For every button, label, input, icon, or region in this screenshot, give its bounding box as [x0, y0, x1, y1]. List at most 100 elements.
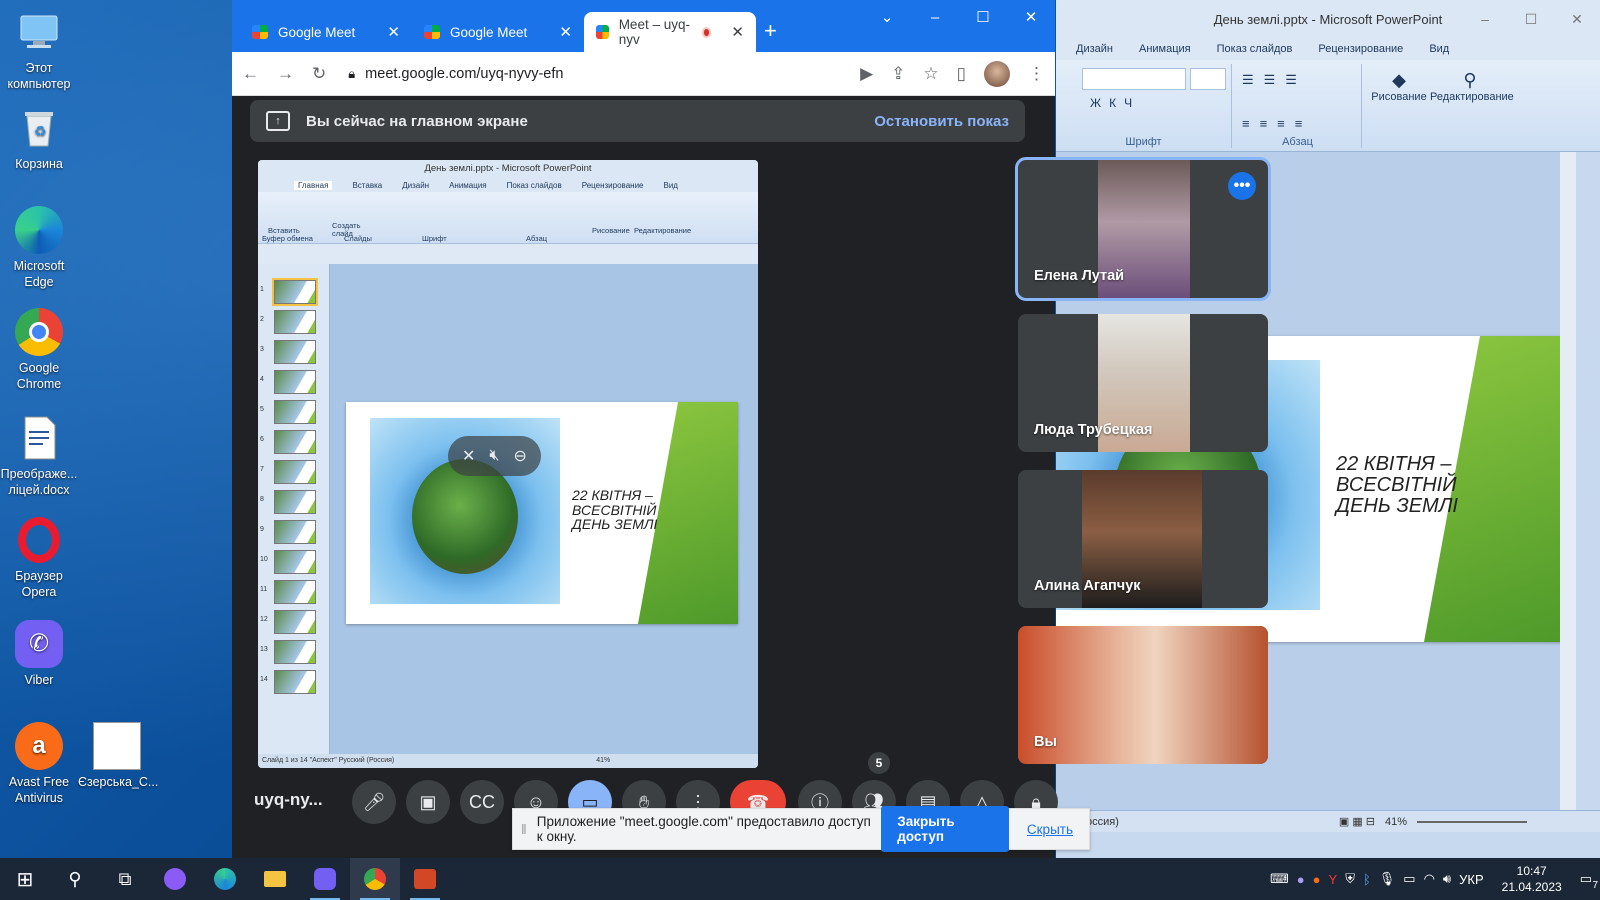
viber-tray-icon[interactable]: ●: [1297, 872, 1305, 887]
participant-tile-1[interactable]: ••• Елена Лутай: [1015, 157, 1271, 301]
participant-tile-3[interactable]: Алина Агапчук: [1018, 470, 1268, 608]
slide-thumbnail[interactable]: [274, 310, 316, 334]
drag-handle-icon[interactable]: ‖: [521, 821, 527, 837]
powerpoint-icon[interactable]: [400, 858, 450, 900]
new-tab-icon[interactable]: +: [764, 18, 777, 44]
language-indicator[interactable]: УКР: [1459, 872, 1484, 887]
stop-sharing-button[interactable]: Закрыть доступ: [881, 806, 1009, 852]
slide-thumbnail[interactable]: [274, 550, 316, 574]
desktop-icon-edge[interactable]: Microsoft Edge: [0, 206, 78, 290]
tab-meet-active[interactable]: Meet – uyq-nyv ✕: [584, 12, 756, 52]
tab-close-icon[interactable]: ✕: [731, 23, 744, 41]
tab-close-icon[interactable]: ✕: [559, 23, 572, 41]
font-format-buttons[interactable]: ЖКЧ: [1090, 96, 1140, 110]
microphone-icon[interactable]: 🎤︎: [352, 780, 396, 824]
participant-tile-2[interactable]: Люда Трубецкая: [1018, 314, 1268, 452]
view-buttons[interactable]: ▣ ▦ ⊟: [1339, 815, 1375, 828]
ppt-tab-view[interactable]: Вид: [1429, 43, 1449, 55]
search-icon[interactable]: ⚲: [50, 858, 100, 900]
slide-thumbnail[interactable]: [274, 430, 316, 454]
close-icon[interactable]: ✕: [1554, 0, 1600, 38]
captions-icon[interactable]: CC: [460, 780, 504, 824]
share-icon[interactable]: ⇪: [891, 64, 905, 84]
slide-thumbnail[interactable]: [274, 490, 316, 514]
bookmark-star-icon[interactable]: ☆: [923, 64, 938, 84]
drawing-button[interactable]: ◆ Рисование: [1370, 70, 1428, 103]
menu-icon[interactable]: ⋮: [1028, 64, 1045, 84]
security-icon[interactable]: ⛨: [1345, 871, 1355, 887]
desktop-icon-image-file[interactable]: Єзерська_С...: [78, 722, 158, 790]
ppt-tab-design[interactable]: Дизайн: [1076, 43, 1113, 55]
stop-presenting-button[interactable]: Остановить показ: [874, 113, 1009, 130]
back-icon[interactable]: ←: [242, 64, 259, 84]
mini-ppt-body: 1 2 3 4 5 6 7 8 9 10 11 12 13 14 22 КВІТНЯ – ВСЕСВІТН…: [258, 264, 758, 754]
edge-icon[interactable]: [200, 858, 250, 900]
desktop-icon-chrome[interactable]: Google Chrome: [0, 308, 78, 392]
battery-icon[interactable]: ▭: [1403, 871, 1415, 887]
desktop-icon-recycle-bin[interactable]: ♻ Корзина: [0, 104, 78, 172]
profile-avatar[interactable]: [984, 60, 1010, 87]
slide-thumbnail[interactable]: [274, 460, 316, 484]
tab-google-meet-2[interactable]: Google Meet ✕: [412, 12, 584, 52]
maximize-icon[interactable]: ☐: [959, 0, 1007, 34]
yandex-icon[interactable]: Y: [1329, 872, 1338, 887]
ppt-tab-slideshow[interactable]: Показ слайдов: [1217, 43, 1293, 55]
slide-thumbnail[interactable]: [274, 370, 316, 394]
slide-thumbnail[interactable]: [274, 640, 316, 664]
desktop-icon-viber[interactable]: ✆ Viber: [0, 620, 78, 688]
font-size-box[interactable]: [1190, 68, 1226, 90]
address-bar[interactable]: 🔒︎ meet.google.com/uyq-nyvy-efn: [344, 58, 842, 90]
slide-thumbnail[interactable]: [274, 520, 316, 544]
viber-icon[interactable]: [300, 858, 350, 900]
task-view-icon[interactable]: ⧉: [100, 858, 150, 900]
reload-icon[interactable]: ↻: [312, 64, 326, 84]
microphone-tray-icon[interactable]: 🎙︎: [1379, 871, 1396, 887]
bluetooth-icon[interactable]: ᛒ: [1363, 872, 1371, 887]
slide-thumbnail[interactable]: [274, 400, 316, 424]
slide-thumbnail[interactable]: [274, 610, 316, 634]
desktop-icon-this-pc[interactable]: Этот компьютер: [0, 8, 78, 92]
hide-link[interactable]: Скрыть: [1019, 822, 1081, 837]
keyboard-icon[interactable]: ⌨: [1270, 871, 1289, 887]
slide-thumbnail[interactable]: [272, 278, 318, 306]
wifi-icon[interactable]: ◠: [1424, 871, 1435, 887]
ppt-tab-review[interactable]: Рецензирование: [1318, 43, 1403, 55]
desktop-icon-opera[interactable]: Браузер Opera: [0, 516, 78, 600]
tab-close-icon[interactable]: ✕: [387, 23, 400, 41]
list-buttons[interactable]: ☰☰☰: [1242, 72, 1307, 88]
clock[interactable]: 10:47 21.04.2023: [1492, 863, 1572, 895]
maximize-icon[interactable]: ☐: [1508, 0, 1554, 38]
participant-tile-self[interactable]: Вы: [1018, 626, 1268, 764]
remove-icon[interactable]: ⊖: [514, 446, 527, 466]
chrome-icon[interactable]: [350, 858, 400, 900]
slide-thumbnail[interactable]: [274, 670, 316, 694]
font-name-box[interactable]: [1082, 68, 1186, 90]
desktop-icon-word-doc[interactable]: Преображе... лiцей.docx: [0, 414, 78, 498]
minimize-icon[interactable]: –: [1462, 0, 1508, 38]
pin-icon[interactable]: ✕: [462, 446, 475, 466]
camera-icon[interactable]: ▶: [860, 64, 873, 84]
slide-thumbnail[interactable]: [274, 580, 316, 604]
start-icon[interactable]: ⊞: [0, 858, 50, 900]
minimize-icon[interactable]: –: [911, 0, 959, 34]
align-buttons[interactable]: ≡≡≡≡: [1242, 116, 1312, 131]
ppt-tab-animation[interactable]: Анимация: [1139, 43, 1191, 55]
forward-icon[interactable]: →: [277, 64, 294, 84]
camera-toggle-icon[interactable]: ▣: [406, 780, 450, 824]
cortana-icon[interactable]: [150, 858, 200, 900]
tab-google-meet-1[interactable]: Google Meet ✕: [240, 12, 412, 52]
file-explorer-icon[interactable]: [250, 858, 300, 900]
editing-button[interactable]: ⚲ Редактирование: [1430, 70, 1514, 103]
mute-icon[interactable]: 🔇︎: [489, 447, 499, 465]
desktop-icon-avast[interactable]: a Avast Free Antivirus: [0, 722, 78, 806]
avast-tray-icon[interactable]: ●: [1313, 872, 1321, 887]
notification-icon[interactable]: ▭ 7: [1580, 871, 1598, 891]
slide-thumbnail[interactable]: [274, 340, 316, 364]
side-panel-icon[interactable]: ▯: [957, 64, 966, 84]
more-options-icon[interactable]: •••: [1228, 172, 1256, 200]
zoom-slider[interactable]: [1417, 820, 1528, 823]
tab-search-icon[interactable]: ⌄: [863, 0, 911, 34]
ppt-vertical-scrollbar[interactable]: [1560, 152, 1576, 832]
volume-icon[interactable]: 🔊︎: [1443, 871, 1451, 887]
close-icon[interactable]: ✕: [1007, 0, 1055, 34]
